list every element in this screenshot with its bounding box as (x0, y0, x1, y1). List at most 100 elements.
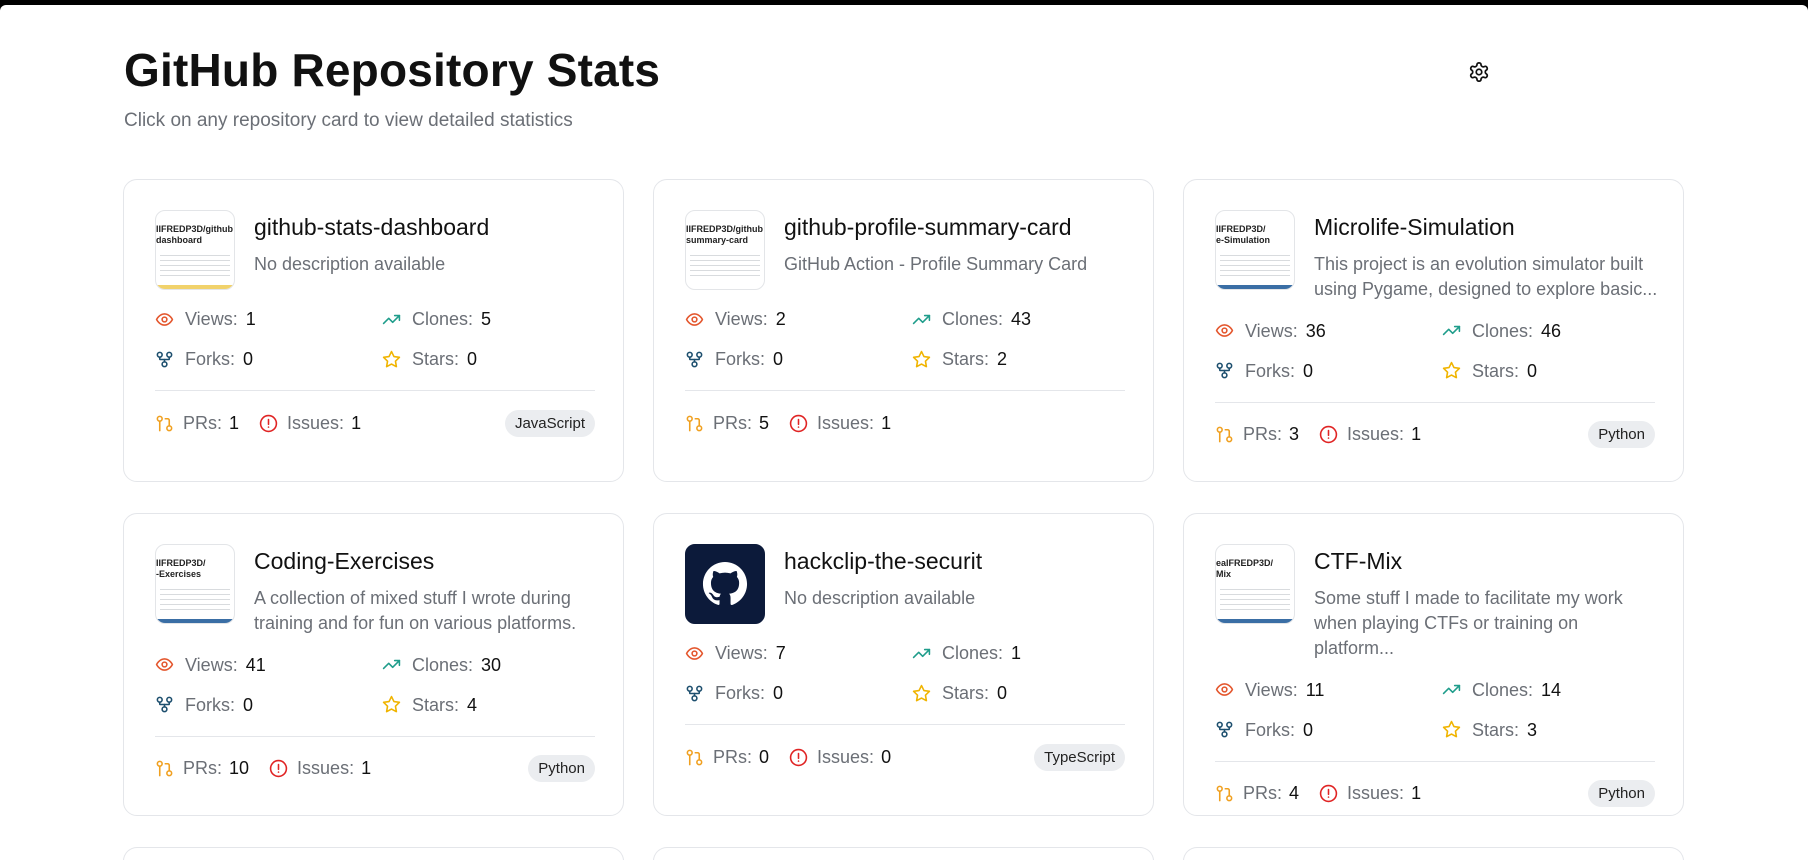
star-icon (382, 695, 401, 713)
stars-stat: Stars: 2 (912, 348, 1112, 370)
views-stat: Views: 36 (1215, 320, 1442, 342)
repo-name: Microlife-Simulation (1314, 214, 1515, 240)
thumbnail-caption: IIFREDP3D/ -Exercises (156, 558, 206, 579)
language-badge: Python (1588, 780, 1655, 808)
stars-stat: Stars: 4 (382, 694, 582, 716)
views-label: Views: (185, 309, 238, 329)
prs-stat: PRs: 4 (1215, 783, 1299, 804)
views-stat: Views: 11 (1215, 679, 1442, 701)
repo-card-Microlife-Simulation[interactable]: IIFREDP3D/ e-Simulation Microlife-Simula… (1183, 179, 1684, 482)
clones-stat: Clones: 1 (912, 642, 1112, 664)
repo-stats: Views: 41 Clones: 30 Forks: 0 Stars: 4 (155, 654, 593, 716)
prs-label: PRs: (183, 758, 223, 779)
card-footer: PRs: 4 Issues: 1 Python (1215, 780, 1655, 808)
stars-stat: Stars: 0 (912, 682, 1112, 704)
fork-icon (1216, 362, 1233, 379)
star-icon (912, 684, 931, 701)
stars-stat: Stars: 3 (1442, 719, 1642, 741)
page-title: GitHub Repository Stats (124, 44, 661, 96)
repo-thumbnail: IIFREDP3D/github summary-card (685, 210, 765, 290)
clones-value: 30 (481, 654, 502, 675)
page-subtitle: Click on any repository card to view det… (124, 109, 573, 131)
issues-label: Issues: (287, 412, 345, 433)
repo-avatar (685, 544, 765, 624)
issues-value: 1 (881, 412, 892, 433)
star-icon (1442, 361, 1461, 379)
prs-label: PRs: (1243, 783, 1283, 804)
stars-stat: Stars: 0 (382, 348, 582, 370)
language-badge: JavaScript (504, 409, 595, 437)
eye-icon (685, 312, 704, 326)
repo-name: hackclip-the-securit (784, 548, 983, 574)
issues-stat: Issues: 1 (1319, 424, 1421, 445)
thumbnail-caption: IIFREDP3D/ e-Simulation (1216, 224, 1271, 245)
fork-icon (686, 351, 703, 367)
alert-circle-icon (259, 414, 278, 432)
clones-stat: Clones: 46 (1442, 320, 1642, 342)
repo-card-hackclip-the-securit[interactable]: hackclip-the-securit No description avai… (653, 513, 1154, 816)
prs-value: 1 (229, 412, 240, 433)
clones-stat: Clones: 30 (382, 654, 582, 676)
clones-label: Clones: (1472, 320, 1534, 341)
page-header: GitHub Repository Stats Click on any rep… (124, 45, 660, 132)
repo-card-partial[interactable] (653, 847, 1154, 860)
repo-thumbnail: IIFREDP3D/github dashboard (155, 210, 235, 290)
repo-stats: Views: 7 Clones: 1 Forks: 0 Stars: 0 (685, 642, 1123, 704)
issues-value: 1 (1411, 783, 1422, 804)
eye-icon (685, 646, 704, 660)
issues-label: Issues: (297, 758, 355, 779)
thumbnail-caption: ealFREDP3D/ Mix (1216, 558, 1274, 579)
repo-card-partial[interactable] (1183, 847, 1684, 860)
app-window: GitHub Repository Stats Click on any rep… (0, 5, 1808, 860)
clones-label: Clones: (412, 309, 474, 329)
stars-value: 0 (997, 683, 1008, 703)
card-footer: PRs: 0 Issues: 0 TypeScript (685, 743, 1125, 771)
forks-stat: Forks: 0 (1215, 719, 1442, 741)
github-logo-icon (702, 561, 748, 605)
issues-stat: Issues: 0 (789, 747, 891, 768)
fork-icon (156, 696, 173, 713)
stars-value: 3 (1527, 719, 1538, 740)
repo-name: github-stats-dashboard (254, 214, 490, 240)
repo-description: GitHub Action - Profile Summary Card (784, 253, 1088, 274)
trending-up-icon (1442, 684, 1461, 695)
prs-value: 3 (1289, 424, 1300, 445)
thumbnail-caption: IIFREDP3D/github dashboard (156, 224, 233, 245)
pull-request-icon (686, 749, 703, 765)
stars-label: Stars: (942, 683, 990, 703)
views-value: 36 (1305, 320, 1326, 341)
forks-value: 0 (773, 683, 784, 703)
clones-stat: Clones: 5 (382, 308, 582, 330)
prs-stat: PRs: 3 (1215, 424, 1299, 445)
gear-icon[interactable] (1468, 61, 1490, 83)
prs-stat: PRs: 5 (685, 413, 769, 434)
forks-value: 0 (1303, 719, 1314, 740)
views-label: Views: (715, 643, 768, 663)
issues-label: Issues: (1347, 424, 1405, 445)
forks-stat: Forks: 0 (155, 694, 382, 716)
repo-card-Coding-Exercises[interactable]: IIFREDP3D/ -Exercises Coding-Exercises A… (123, 513, 624, 816)
repo-card-github-stats-dashboard[interactable]: IIFREDP3D/github dashboard github-stats-… (123, 179, 624, 482)
eye-icon (1215, 683, 1234, 696)
card-footer: PRs: 1 Issues: 1 JavaScript (155, 409, 595, 437)
issues-stat: Issues: 1 (259, 413, 361, 434)
prs-label: PRs: (183, 412, 223, 433)
repo-stats: Views: 36 Clones: 46 Forks: 0 Stars: 0 (1215, 320, 1653, 382)
prs-label: PRs: (713, 746, 753, 767)
repo-stats: Views: 11 Clones: 14 Forks: 0 Stars: 3 (1215, 679, 1653, 741)
repo-card-CTF-Mix[interactable]: ealFREDP3D/ Mix CTF-Mix Some stuff I mad… (1183, 513, 1684, 816)
repo-card-github-profile-summary-card[interactable]: IIFREDP3D/github summary-card github-pro… (653, 179, 1154, 482)
card-divider (1215, 760, 1655, 762)
repo-stats: Views: 1 Clones: 5 Forks: 0 Stars: 0 (155, 308, 593, 370)
repo-description: Some stuff I made to facilitate my work … (1314, 587, 1623, 658)
clones-label: Clones: (1472, 679, 1534, 700)
issues-value: 0 (881, 746, 892, 767)
clones-value: 1 (1011, 643, 1022, 663)
views-label: Views: (715, 309, 768, 329)
alert-circle-icon (789, 414, 808, 432)
card-divider (1215, 401, 1655, 403)
card-footer: PRs: 10 Issues: 1 Python (155, 755, 595, 783)
thumbnail-caption: IIFREDP3D/github summary-card (686, 224, 763, 245)
forks-stat: Forks: 0 (1215, 360, 1442, 382)
repo-card-partial[interactable] (123, 847, 624, 860)
